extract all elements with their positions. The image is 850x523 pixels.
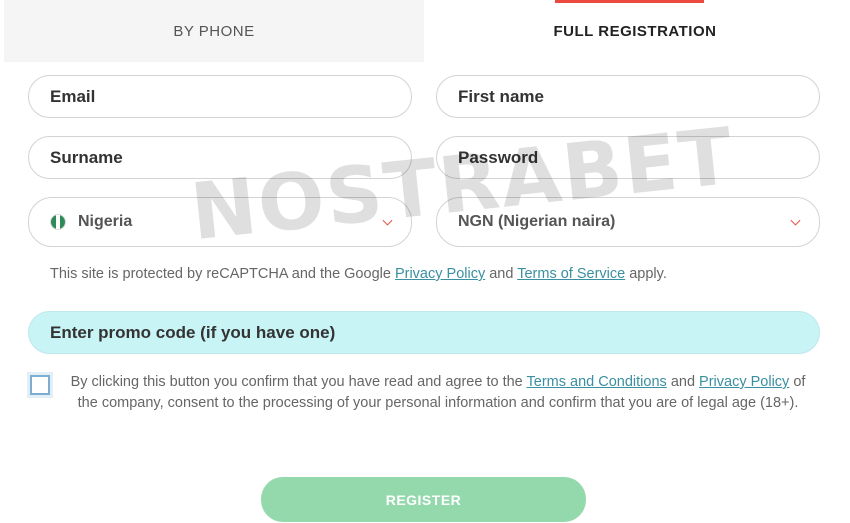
- chevron-down-icon: [382, 215, 393, 226]
- terms-of-service-link[interactable]: Terms of Service: [517, 266, 625, 282]
- terms-and-conditions-link[interactable]: Terms and Conditions: [527, 374, 667, 390]
- recaptcha-notice: This site is protected by reCAPTCHA and …: [50, 266, 667, 282]
- consent-text: By clicking this button you confirm that…: [64, 372, 812, 414]
- promo-code-field[interactable]: Enter promo code (if you have one): [28, 311, 820, 354]
- active-tab-indicator: [555, 0, 704, 3]
- currency-select[interactable]: NGN (Nigerian naira): [436, 197, 820, 247]
- tab-by-phone-label: BY PHONE: [173, 22, 255, 40]
- country-value: Nigeria: [78, 213, 133, 230]
- first-name-field[interactable]: First name: [436, 75, 820, 118]
- consent-part1: By clicking this button you confirm that…: [70, 374, 523, 390]
- password-field[interactable]: Password: [436, 136, 820, 179]
- recaptcha-suffix: apply.: [629, 266, 667, 282]
- register-label: REGISTER: [385, 491, 462, 508]
- surname-field[interactable]: Surname: [28, 136, 412, 179]
- tab-full-registration-label: FULL REGISTRATION: [553, 22, 717, 40]
- promo-code-label: Enter promo code (if you have one): [50, 322, 336, 342]
- first-name-placeholder: First name: [458, 86, 544, 106]
- register-button[interactable]: REGISTER: [261, 477, 586, 522]
- tab-by-phone[interactable]: BY PHONE: [4, 0, 424, 62]
- email-field[interactable]: Email: [28, 75, 412, 118]
- currency-value: NGN (Nigerian naira): [458, 213, 616, 230]
- email-placeholder: Email: [50, 86, 96, 106]
- registration-tabs: BY PHONE FULL REGISTRATION: [0, 0, 850, 62]
- privacy-policy-link[interactable]: Privacy Policy: [395, 266, 485, 282]
- consent-and: and: [670, 374, 696, 390]
- consent-privacy-policy-link[interactable]: Privacy Policy: [699, 374, 789, 390]
- tab-full-registration[interactable]: FULL REGISTRATION: [424, 0, 846, 62]
- surname-placeholder: Surname: [50, 147, 123, 167]
- chevron-down-icon: [790, 215, 801, 226]
- recaptcha-prefix: This site is protected by reCAPTCHA and …: [50, 266, 391, 282]
- country-select[interactable]: Nigeria: [28, 197, 412, 247]
- recaptcha-and: and: [489, 266, 514, 282]
- consent-checkbox[interactable]: [27, 372, 53, 398]
- password-placeholder: Password: [458, 147, 539, 167]
- nigeria-flag-icon: [50, 214, 66, 230]
